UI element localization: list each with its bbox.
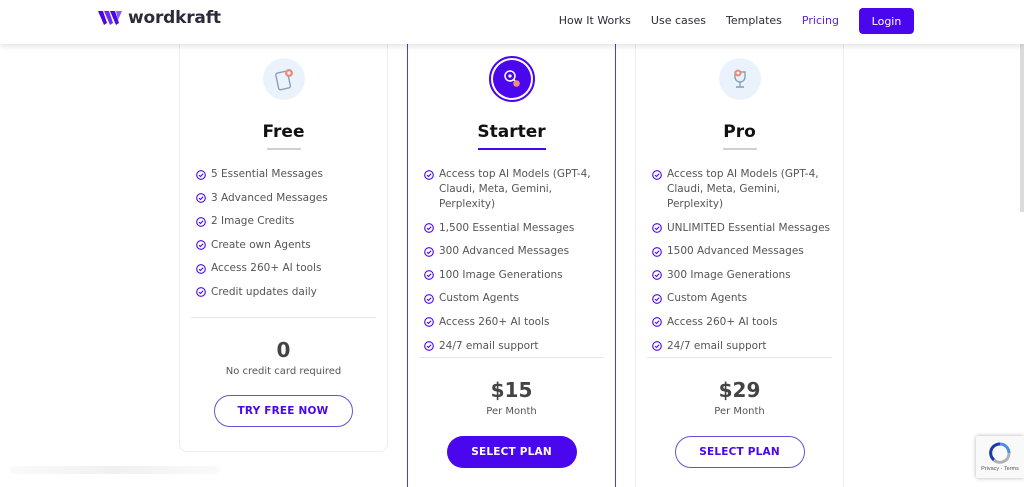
check-circle-icon: [652, 270, 662, 281]
plan-name: Pro: [723, 122, 756, 142]
plan-card-free: Free 5 Essential Messages 3 Advanced Mes…: [179, 44, 388, 452]
nav-how-it-works[interactable]: How It Works: [559, 8, 631, 34]
check-circle-icon: [196, 216, 206, 227]
check-circle-icon: [652, 169, 662, 180]
plan-card-starter: Starter Access top AI Models (GPT-4, Cla…: [407, 44, 616, 487]
feature-item: 2 Image Credits: [196, 214, 379, 229]
plan-card-pro: Pro Access top AI Models (GPT-4, Claudi,…: [635, 44, 844, 487]
check-circle-icon: [424, 270, 434, 281]
logo[interactable]: wordkraft: [98, 8, 221, 28]
feature-list: 5 Essential Messages 3 Advanced Messages…: [196, 167, 379, 309]
divider: [419, 357, 604, 358]
feature-list: Access top AI Models (GPT-4, Claudi, Met…: [424, 167, 607, 362]
check-circle-icon: [652, 246, 662, 257]
recaptcha-terms-link[interactable]: Privacy - Terms: [981, 466, 1019, 472]
logo-text: wordkraft: [128, 8, 221, 28]
nav-pricing[interactable]: Pricing: [802, 8, 839, 34]
feature-item: Custom Agents: [652, 291, 835, 306]
feature-item: Access top AI Models (GPT-4, Claudi, Met…: [652, 167, 835, 212]
check-circle-icon: [424, 294, 434, 304]
plan-price: $29: [718, 378, 761, 402]
site-header: wordkraft How It Works Use cases Templat…: [0, 0, 1024, 44]
plan-price: $15: [490, 378, 533, 402]
trophy-icon: [718, 58, 761, 100]
check-circle-icon: [424, 341, 434, 351]
check-circle-icon: [196, 264, 206, 274]
check-circle-icon: [424, 317, 434, 328]
price-caption: Per Month: [486, 406, 537, 417]
try-free-button[interactable]: TRY FREE NOW: [213, 395, 353, 427]
scrollbar[interactable]: [1020, 44, 1024, 212]
feature-item: 1,500 Essential Messages: [424, 221, 607, 236]
plan-name-underline: [722, 148, 757, 150]
feature-item: 1500 Advanced Messages: [652, 244, 835, 259]
login-button[interactable]: Login: [859, 8, 914, 34]
check-circle-icon: [652, 341, 662, 351]
feature-item: 24/7 email support: [652, 339, 835, 354]
feature-item: 3 Advanced Messages: [196, 191, 379, 206]
feature-item: UNLIMITED Essential Messages: [652, 221, 835, 236]
feature-item: Access top AI Models (GPT-4, Claudi, Met…: [424, 167, 607, 212]
select-plan-button[interactable]: SELECT PLAN: [446, 436, 577, 468]
feature-item: Access 260+ AI tools: [196, 261, 379, 276]
price-caption: Per Month: [714, 406, 765, 417]
recaptcha-icon: [989, 442, 1011, 464]
main-nav: How It Works Use cases Templates Pricing…: [539, 8, 914, 34]
plan-name-underline: [266, 148, 301, 150]
divider: [647, 357, 832, 358]
feature-list: Access top AI Models (GPT-4, Claudi, Met…: [652, 167, 835, 362]
check-circle-icon: [196, 240, 206, 251]
feature-item: Access 260+ AI tools: [652, 315, 835, 330]
feature-item: 24/7 email support: [424, 339, 607, 354]
check-circle-icon: [652, 294, 662, 304]
rocket-search-icon: [488, 56, 535, 102]
plan-name: Free: [262, 122, 305, 142]
nav-templates[interactable]: Templates: [726, 8, 782, 34]
feature-item: Credit updates daily: [196, 285, 379, 300]
price-caption: No credit card required: [225, 366, 342, 377]
check-circle-icon: [424, 169, 434, 180]
phone-notification-icon: [262, 58, 305, 100]
feature-item: Custom Agents: [424, 291, 607, 306]
feature-item: 300 Image Generations: [652, 268, 835, 283]
check-circle-icon: [424, 246, 434, 257]
check-circle-icon: [196, 287, 206, 298]
feature-item: 100 Image Generations: [424, 268, 607, 283]
check-circle-icon: [652, 223, 662, 233]
check-circle-icon: [196, 169, 206, 180]
feature-item: Create own Agents: [196, 238, 379, 253]
nav-use-cases[interactable]: Use cases: [651, 8, 706, 34]
plan-price: 0: [276, 338, 291, 362]
recaptcha-badge[interactable]: Privacy - Terms: [976, 436, 1024, 478]
decorative-shadow: [10, 466, 220, 474]
feature-item: Access 260+ AI tools: [424, 315, 607, 330]
wordkraft-logo-icon: [98, 11, 122, 25]
check-circle-icon: [196, 193, 206, 203]
select-plan-button[interactable]: SELECT PLAN: [674, 436, 805, 468]
plan-name: Starter: [477, 122, 546, 142]
feature-item: 5 Essential Messages: [196, 167, 379, 182]
divider: [191, 317, 376, 318]
check-circle-icon: [424, 223, 434, 233]
check-circle-icon: [652, 317, 662, 328]
feature-item: 300 Advanced Messages: [424, 244, 607, 259]
plan-name-underline: [477, 148, 546, 150]
